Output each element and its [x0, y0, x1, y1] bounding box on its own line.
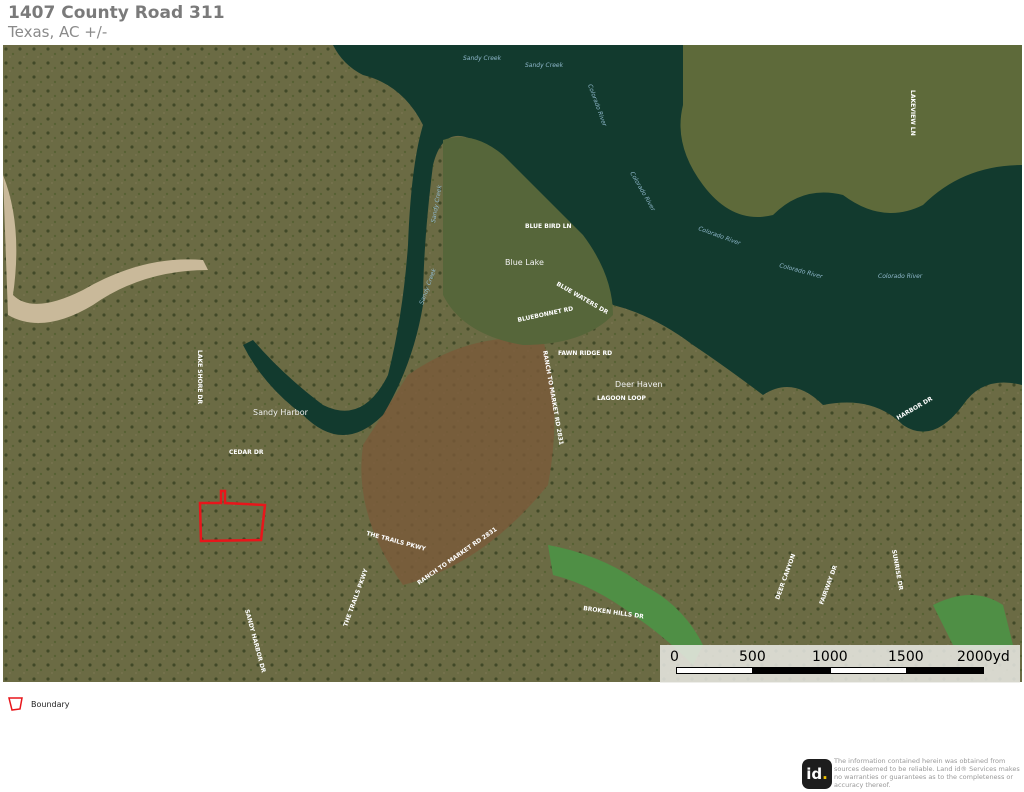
place-label: Sandy Harbor — [253, 408, 309, 417]
scale-segment — [830, 667, 907, 674]
road-label: LAGOON LOOP — [597, 395, 647, 402]
place-label: Deer Haven — [615, 380, 662, 389]
water-label: Colorado River — [878, 273, 923, 280]
map-subtitle: Texas, AC +/- — [8, 23, 108, 41]
scale-label: 1000 — [812, 649, 848, 665]
scale-label: 0 — [670, 649, 679, 665]
scale-bar: 0 500 1000 1500 2000yd — [660, 645, 1020, 683]
scale-label: 500 — [739, 649, 766, 665]
place-label: Blue Lake — [505, 258, 544, 267]
disclaimer-text: The information contained herein was obt… — [834, 757, 1020, 789]
boundary-legend-icon — [8, 697, 23, 711]
legend-label: Boundary — [31, 700, 70, 709]
water-label: Sandy Creek — [463, 55, 502, 62]
scale-label: 1500 — [888, 649, 924, 665]
road-label: BLUE BIRD LN — [525, 223, 572, 230]
scale-segment — [907, 667, 984, 674]
land-id-logo: id. — [802, 759, 832, 789]
road-label: FAWN RIDGE RD — [558, 350, 612, 357]
road-label: CEDAR DR — [229, 449, 264, 456]
logo-text: id — [806, 765, 823, 783]
map-title: 1407 County Road 311 — [8, 3, 225, 23]
scale-segment — [676, 667, 753, 674]
water-label: Sandy Creek — [525, 62, 564, 69]
scale-label: 2000yd — [957, 649, 1010, 665]
scale-segment — [753, 667, 830, 674]
road-label: LAKEVIEW LN — [909, 90, 916, 136]
satellite-map[interactable]: Sandy Creek Sandy Creek Colorado River C… — [3, 45, 1022, 682]
road-label: LAKE SHORE DR — [196, 350, 203, 405]
